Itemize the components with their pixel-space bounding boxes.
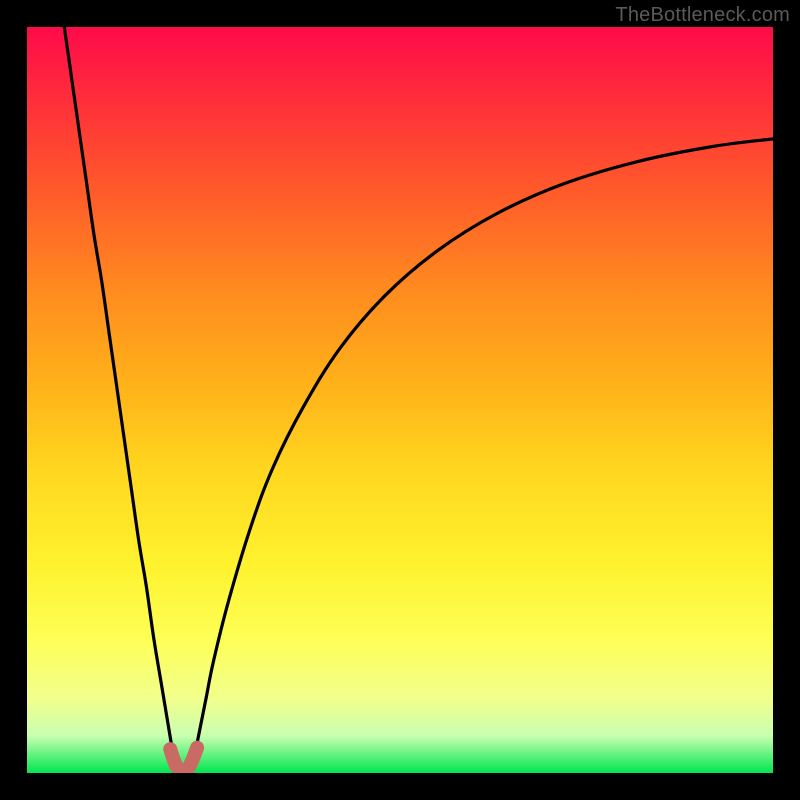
- watermark-text: TheBottleneck.com: [615, 4, 790, 27]
- series-valley-highlight: [170, 748, 197, 772]
- curve-layer: [27, 27, 773, 773]
- series-right-branch: [191, 139, 773, 773]
- plot-area: [27, 27, 773, 773]
- chart-frame: TheBottleneck.com: [0, 0, 800, 800]
- series-left-branch: [64, 27, 176, 773]
